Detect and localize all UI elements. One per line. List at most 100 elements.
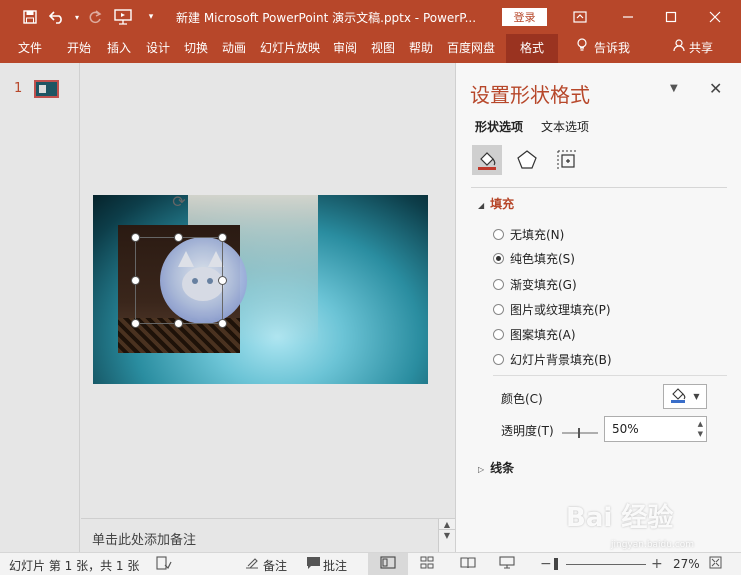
expanded-arrow-icon: ◢ bbox=[478, 201, 485, 210]
radio-button[interactable] bbox=[493, 303, 504, 315]
undo-icon[interactable] bbox=[42, 0, 72, 34]
fill-option-slide-background[interactable]: 幻灯片背景填充(B) bbox=[493, 350, 612, 368]
close-window-icon[interactable] bbox=[695, 0, 735, 34]
zoom-slider-thumb[interactable] bbox=[554, 558, 558, 570]
tab-help[interactable]: 帮助 bbox=[409, 34, 433, 63]
share-button[interactable]: 共享 bbox=[673, 34, 713, 63]
pane-options-dropdown-icon[interactable]: ▼ bbox=[670, 83, 678, 94]
title-bar: ▾ ▾ 新建 Microsoft PowerPoint 演示文稿.pptx - … bbox=[0, 0, 741, 34]
fill-option-gradient[interactable]: 渐变填充(G) bbox=[493, 275, 577, 293]
slide-sorter-icon[interactable] bbox=[420, 556, 434, 573]
reading-view-icon[interactable] bbox=[460, 556, 476, 573]
fill-option-label: 图片或纹理填充(P) bbox=[510, 302, 611, 317]
effects-icon[interactable] bbox=[512, 145, 542, 175]
document-title: 新建 Microsoft PowerPoint 演示文稿.pptx - Powe… bbox=[176, 11, 477, 25]
tell-me-box[interactable]: 告诉我 bbox=[576, 34, 630, 63]
tab-baidu-netdisk[interactable]: 百度网盘 bbox=[447, 34, 495, 63]
resize-handle-bottom[interactable] bbox=[174, 319, 183, 328]
zoom-level[interactable]: 27% bbox=[673, 557, 700, 571]
spin-arrows[interactable]: ▲ ▼ bbox=[698, 419, 703, 439]
radio-button-selected[interactable] bbox=[493, 252, 504, 264]
resize-handle-left[interactable] bbox=[131, 276, 140, 285]
slide-thumbnail-pane: 1 bbox=[0, 63, 80, 552]
fill-option-none[interactable]: 无填充(N) bbox=[493, 225, 564, 243]
resize-handle-bottom-right[interactable] bbox=[218, 319, 227, 328]
zoom-out-icon[interactable]: − bbox=[540, 556, 552, 572]
normal-view-icon[interactable] bbox=[380, 556, 396, 573]
radio-button[interactable] bbox=[493, 328, 504, 340]
radio-button[interactable] bbox=[493, 278, 504, 290]
tab-insert[interactable]: 插入 bbox=[107, 34, 131, 63]
paint-bucket-icon bbox=[670, 387, 688, 406]
tab-slideshow[interactable]: 幻灯片放映 bbox=[260, 34, 320, 63]
transparency-slider[interactable] bbox=[562, 427, 598, 438]
resize-handle-top-left[interactable] bbox=[131, 233, 140, 242]
slide-number: 1 bbox=[14, 81, 23, 96]
notes-placeholder[interactable]: 单击此处添加备注 bbox=[92, 529, 196, 548]
scroll-up-icon[interactable]: ▲ bbox=[439, 519, 455, 530]
save-icon[interactable] bbox=[18, 0, 42, 34]
tab-shape-options[interactable]: 形状选项 bbox=[475, 118, 523, 135]
comments-icon[interactable] bbox=[306, 556, 321, 574]
fill-option-label: 渐变填充(G) bbox=[510, 277, 577, 292]
radio-button[interactable] bbox=[493, 228, 504, 240]
size-properties-icon[interactable] bbox=[552, 145, 582, 175]
pane-close-icon[interactable]: ✕ bbox=[709, 79, 722, 98]
transparency-label: 透明度(T) bbox=[501, 424, 554, 438]
present-icon[interactable] bbox=[108, 0, 138, 34]
tab-design[interactable]: 设计 bbox=[146, 34, 170, 63]
maximize-icon[interactable] bbox=[651, 0, 691, 34]
fill-section-label: 填充 bbox=[490, 197, 515, 211]
tab-review[interactable]: 审阅 bbox=[333, 34, 357, 63]
divider bbox=[493, 375, 727, 376]
undo-dropdown-icon[interactable]: ▾ bbox=[72, 0, 82, 34]
notes-scrollbar[interactable]: ▲ ▼ bbox=[438, 519, 455, 553]
fill-option-picture-texture[interactable]: 图片或纹理填充(P) bbox=[493, 300, 611, 318]
fill-option-solid[interactable]: 纯色填充(S) bbox=[493, 249, 575, 267]
tab-view[interactable]: 视图 bbox=[371, 34, 395, 63]
notes-pane[interactable]: 单击此处添加备注 ▲ ▼ bbox=[81, 518, 455, 553]
resize-handle-top[interactable] bbox=[174, 233, 183, 242]
ribbon-display-icon[interactable] bbox=[560, 0, 600, 34]
fill-line-icon[interactable] bbox=[472, 145, 502, 175]
fill-section-header[interactable]: ◢ 填充 bbox=[478, 195, 514, 212]
status-bar: 幻灯片 第 1 张，共 1 张 备注 批注 − + 27% bbox=[0, 552, 741, 575]
slide-thumbnail[interactable] bbox=[34, 80, 59, 98]
notes-toggle[interactable]: 备注 bbox=[263, 557, 287, 574]
spin-down-icon[interactable]: ▼ bbox=[698, 429, 703, 439]
login-button[interactable]: 登录 bbox=[502, 8, 547, 26]
fit-to-window-icon[interactable] bbox=[709, 556, 722, 573]
fill-option-label: 纯色填充(S) bbox=[510, 251, 575, 266]
notes-toggle-icon[interactable] bbox=[245, 556, 259, 574]
pane-category-icons bbox=[471, 143, 727, 188]
tab-file[interactable]: 文件 bbox=[18, 34, 42, 63]
radio-button[interactable] bbox=[493, 353, 504, 365]
zoom-slider[interactable] bbox=[566, 564, 646, 565]
resize-handle-right[interactable] bbox=[218, 276, 227, 285]
tab-home[interactable]: 开始 bbox=[67, 34, 91, 63]
accessibility-check-icon[interactable] bbox=[156, 556, 172, 574]
transparency-spinbox[interactable]: 50% ▲ ▼ bbox=[604, 416, 707, 442]
line-section-header[interactable]: ▷ 线条 bbox=[478, 459, 514, 476]
baidu-watermark-logo: Bai 经验 bbox=[566, 503, 674, 533]
tab-animations[interactable]: 动画 bbox=[222, 34, 246, 63]
zoom-in-icon[interactable]: + bbox=[651, 556, 663, 572]
redo-icon[interactable] bbox=[82, 0, 108, 34]
customize-icon[interactable]: ▾ bbox=[138, 0, 164, 34]
format-shape-pane: 设置形状格式 ▼ ✕ 形状选项 文本选项 ◢ 填充 无填充(N) 纯色填充(S) … bbox=[455, 63, 741, 552]
fill-color-button[interactable]: ▼ bbox=[663, 384, 707, 409]
spin-up-icon[interactable]: ▲ bbox=[698, 419, 703, 429]
rotate-handle-icon[interactable]: ⟳ bbox=[170, 193, 188, 211]
comments-toggle[interactable]: 批注 bbox=[323, 557, 347, 574]
slideshow-icon[interactable] bbox=[499, 556, 515, 573]
scroll-down-icon[interactable]: ▼ bbox=[439, 530, 455, 541]
minimize-icon[interactable] bbox=[608, 0, 648, 34]
chevron-down-icon: ▼ bbox=[693, 392, 700, 401]
tab-transitions[interactable]: 切换 bbox=[184, 34, 208, 63]
resize-handle-top-right[interactable] bbox=[218, 233, 227, 242]
fill-option-pattern[interactable]: 图案填充(A) bbox=[493, 325, 576, 343]
transparency-value[interactable]: 50% bbox=[612, 422, 639, 436]
tab-text-options[interactable]: 文本选项 bbox=[541, 118, 589, 135]
tab-format[interactable]: 格式 bbox=[506, 34, 559, 63]
resize-handle-bottom-left[interactable] bbox=[131, 319, 140, 328]
